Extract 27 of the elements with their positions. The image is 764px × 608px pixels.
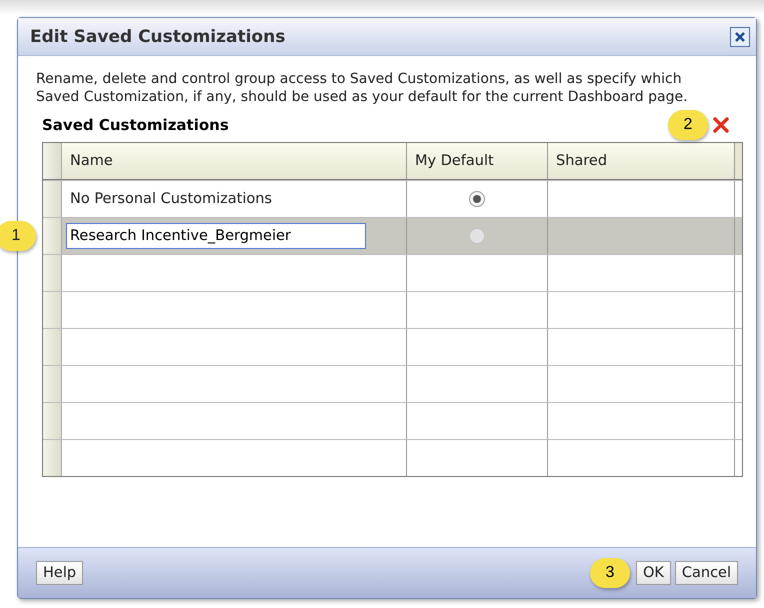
row-selector[interactable] — [43, 181, 62, 217]
section-title: Saved Customizations — [42, 116, 229, 134]
close-icon — [733, 30, 747, 44]
row-selector[interactable] — [43, 255, 62, 291]
name-input-field[interactable]: Research Incentive_Bergmeier — [66, 223, 366, 249]
row-selector[interactable] — [43, 292, 62, 328]
default-radio-button[interactable] — [469, 228, 485, 244]
window-title: Edit Saved Customizations — [30, 26, 286, 46]
row-selector[interactable] — [43, 329, 62, 365]
row-selector[interactable] — [43, 403, 62, 439]
cancel-button[interactable]: Cancel — [674, 561, 738, 585]
description-text: Rename, delete and control group access to Saved Customizations, as well as specify which Saved Customization, if any, should be used as your default for the current Dashboard page. — [36, 70, 689, 106]
row-selector — [43, 143, 62, 179]
callout-badge: 2 — [668, 110, 708, 140]
delete-icon[interactable] — [712, 116, 730, 134]
default-radio-button[interactable] — [469, 191, 485, 207]
help-button[interactable]: Help — [36, 561, 84, 585]
column-header: My Default — [407, 143, 548, 179]
close-button[interactable] — [730, 26, 750, 46]
row-selector[interactable] — [43, 366, 62, 402]
column-header: Name — [62, 143, 407, 179]
callout-badge: 1 — [0, 221, 36, 251]
row-selector[interactable] — [43, 218, 62, 254]
table-cell: No Personal Customizations — [70, 191, 272, 207]
callout-badge: 3 — [590, 558, 630, 588]
row-selector[interactable] — [43, 440, 62, 476]
ok-button[interactable]: OK — [636, 561, 671, 585]
